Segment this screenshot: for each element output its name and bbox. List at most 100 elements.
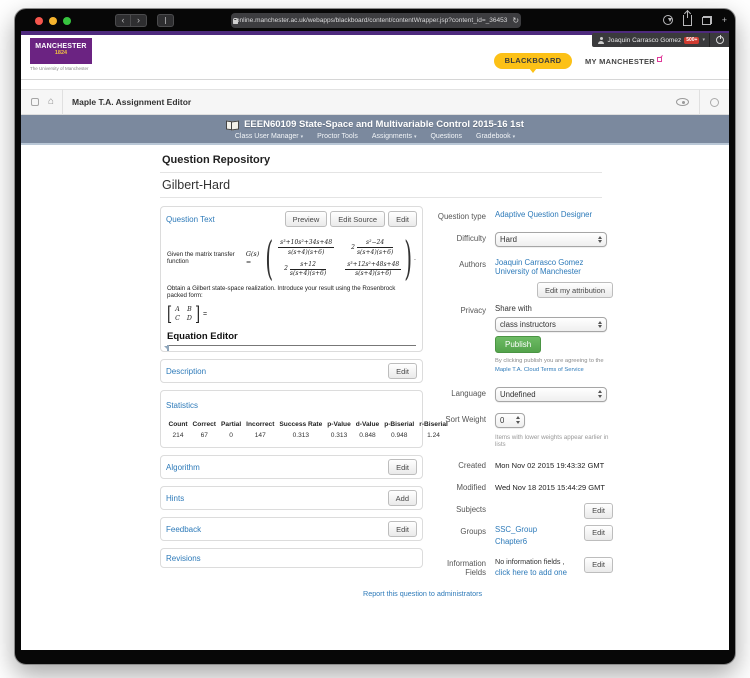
link-my-manchester[interactable]: MY MANCHESTER — [585, 57, 662, 66]
edit-algorithm-button[interactable]: Edit — [388, 459, 417, 475]
caret-down-icon: ▾ — [301, 134, 304, 140]
language-select[interactable]: Undefined — [495, 387, 607, 402]
menu-class-user-manager[interactable]: Class User Manager ▾ — [235, 133, 303, 140]
packed-form-equation: [ A B C D ] = — [167, 303, 416, 325]
description-link[interactable]: Description — [166, 367, 206, 376]
share-with-select[interactable]: class instructors — [495, 317, 607, 332]
hints-section: Hints Add — [160, 486, 423, 510]
author-org-link[interactable]: University of Manchester — [495, 267, 581, 276]
menu-label: Class User Manager — [235, 133, 299, 140]
difficulty-select[interactable]: Hard — [495, 232, 607, 247]
screenshot-root: ‹ › online.manchester.ac.uk/webapps/blac… — [0, 0, 750, 678]
add-info-field-link[interactable]: click here to add one — [495, 567, 567, 579]
denominator: s(s+4)(s+6) — [345, 270, 401, 278]
main-content: Question Repository Gilbert-Hard Questio… — [21, 147, 729, 650]
add-hint-button[interactable]: Add — [388, 490, 417, 506]
menu-label: Proctor Tools — [317, 133, 358, 140]
menu-label: Questions — [430, 133, 462, 140]
sort-weight-select[interactable]: 0 — [495, 413, 525, 428]
equals-sign: = — [203, 311, 207, 318]
edit-question-button[interactable]: Edit — [388, 211, 417, 227]
created-value: Mon Nov 02 2015 19:43:32 GMT — [495, 459, 613, 470]
edit-mode-icon[interactable] — [710, 98, 719, 107]
university-logo[interactable]: MANCHESTER 1824 The University of Manche… — [30, 38, 92, 71]
user-menu[interactable]: Joaquin Carrasco Gomez 500+ ▾ — [592, 33, 729, 47]
sort-weight-value: 0 — [500, 416, 504, 425]
preview-button[interactable]: Preview — [285, 211, 328, 227]
equation-editor-icon[interactable] — [167, 345, 169, 351]
algorithm-link[interactable]: Algorithm — [166, 463, 200, 472]
share-with-label: Share with — [495, 304, 613, 313]
student-preview-icon[interactable] — [676, 98, 689, 106]
packed-matrix: A B C D — [175, 306, 192, 322]
author-name-link[interactable]: Joaquin Carrasco Gomez — [495, 258, 583, 267]
external-link-icon — [657, 57, 662, 62]
col-correct: Correct — [190, 420, 218, 429]
groups-label: Groups — [429, 525, 495, 546]
matrix-a: A — [175, 306, 180, 313]
menu-assignments[interactable]: Assignments ▾ — [372, 133, 417, 140]
edit-information-fields-button[interactable]: Edit — [584, 557, 613, 573]
sidebar-toggle-button[interactable] — [157, 14, 174, 27]
course-banner: EEEN60109 State-Space and Multivariable … — [21, 115, 729, 145]
edit-feedback-button[interactable]: Edit — [388, 521, 417, 537]
notification-badge: 500+ — [684, 37, 699, 44]
algorithm-section: Algorithm Edit — [160, 455, 423, 479]
language-value: Undefined — [500, 390, 536, 399]
share-icon[interactable] — [683, 15, 692, 26]
details-column: Question type Adaptive Question Designer… — [423, 198, 613, 601]
statistics-link[interactable]: Statistics — [166, 401, 198, 410]
question-text-panel: Question Text Preview Edit Source Edit — [160, 206, 423, 352]
new-tab-icon[interactable]: + — [722, 13, 727, 27]
minimize-window-button[interactable] — [49, 17, 57, 25]
edit-description-button[interactable]: Edit — [388, 363, 417, 379]
address-bar[interactable]: online.manchester.ac.uk/webapps/blackboa… — [231, 13, 521, 28]
select-stepper-icon — [594, 319, 602, 330]
matrix-cell: s³+12s²+48s+48s(s+4)(s+6) — [343, 261, 401, 278]
edit-groups-button[interactable]: Edit — [584, 525, 613, 541]
zoom-window-button[interactable] — [63, 17, 71, 25]
report-question-link[interactable]: Report this question to administrators — [363, 589, 482, 598]
course-menu: Class User Manager ▾ Proctor Tools Assig… — [21, 133, 729, 140]
tab-blackboard[interactable]: BLACKBOARD — [494, 53, 572, 69]
content-panel-icon[interactable] — [31, 98, 39, 106]
statistics-table: Count Correct Partial Incorrect Success … — [166, 420, 450, 442]
edit-source-button[interactable]: Edit Source — [330, 211, 385, 227]
menu-gradebook[interactable]: Gradebook ▾ — [476, 133, 515, 140]
question-type-row: Question type Adaptive Question Designer — [429, 210, 613, 221]
publish-terms-note: By clicking publish you are agreeing to … — [495, 357, 613, 376]
feedback-link[interactable]: Feedback — [166, 525, 201, 534]
matrix-c: C — [175, 315, 180, 322]
left-bracket: [ — [167, 304, 172, 324]
edit-subjects-button[interactable]: Edit — [584, 503, 613, 519]
select-stepper-icon — [512, 414, 520, 425]
question-text-link[interactable]: Question Text — [166, 215, 215, 224]
menu-proctor-tools[interactable]: Proctor Tools — [317, 133, 358, 140]
downloads-icon[interactable] — [663, 15, 673, 25]
user-name: Joaquin Carrasco Gomez — [608, 37, 682, 44]
reload-icon[interactable]: ↻ — [512, 16, 519, 25]
home-icon[interactable]: ⌂ — [48, 97, 54, 107]
back-button[interactable]: ‹ — [115, 14, 131, 27]
browser-window: ‹ › online.manchester.ac.uk/webapps/blac… — [14, 8, 736, 665]
authors-label: Authors — [429, 258, 495, 298]
share-with-value: class instructors — [500, 320, 556, 329]
col-success-rate: Success Rate — [277, 420, 325, 429]
matrix-cell: s³+10s²+34s+48s(s+4)(s+6) — [276, 239, 334, 256]
forward-button[interactable]: › — [131, 14, 147, 27]
edit-attribution-button[interactable]: Edit my attribution — [537, 282, 613, 298]
close-window-button[interactable] — [35, 17, 43, 25]
menu-questions[interactable]: Questions — [430, 133, 462, 140]
terms-of-service-link[interactable]: Maple T.A. Cloud Terms of Service — [495, 366, 584, 375]
numerator: s²−24 — [357, 239, 393, 248]
tab-overview-icon[interactable] — [702, 16, 712, 25]
logout-icon[interactable] — [716, 36, 724, 44]
question-type-link[interactable]: Adaptive Question Designer — [495, 210, 592, 219]
revisions-link[interactable]: Revisions — [166, 554, 201, 563]
divider — [62, 89, 63, 115]
created-label: Created — [429, 459, 495, 470]
publish-button[interactable]: Publish — [495, 336, 541, 353]
val-incorrect: 147 — [244, 429, 277, 442]
val-d-value: 0.848 — [353, 429, 381, 442]
hints-link[interactable]: Hints — [166, 494, 184, 503]
